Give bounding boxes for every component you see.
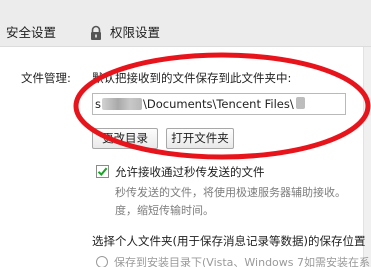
checkmark-icon	[97, 167, 108, 176]
personal-folder-location-label: 选择个人文件夹(用于保存消息记录等数据)的保存位置	[92, 234, 366, 248]
file-management-label: 文件管理:	[21, 71, 71, 85]
save-path-input[interactable]: s \Documents\Tencent Files\	[92, 93, 346, 115]
default-save-folder-label: 默认把接收到的文件保存到此文件夹中:	[92, 71, 292, 85]
lock-icon	[91, 25, 101, 40]
redacted-qq-number-blur	[295, 97, 305, 109]
change-directory-button[interactable]: 更改目录	[92, 128, 158, 149]
instant-transfer-description-line1: 秒传发送的文件，将使用极速服务器辅助接收。	[115, 186, 346, 199]
path-prefix-text: s	[95, 97, 101, 111]
accept-instant-transfer-label: 允许接收通过秒传发送的文件	[115, 165, 265, 179]
path-middle-text: \Documents\Tencent Files\	[143, 97, 294, 111]
tab-security-label: 安全设置	[6, 25, 57, 40]
tab-security-settings[interactable]: 安全设置	[6, 24, 56, 42]
open-folder-button[interactable]: 打开文件夹	[166, 128, 234, 149]
redacted-username-blur	[102, 98, 142, 110]
save-to-install-dir-radio[interactable]	[96, 256, 108, 267]
settings-tab-bar: 安全设置 权限设置	[0, 0, 371, 47]
save-to-install-dir-label: 保存到安装目录下(Vista、Windows 7如需安装在系	[114, 256, 371, 267]
instant-transfer-description-line2: 度，缩短传输时间。	[115, 204, 214, 217]
tab-permission-label: 权限设置	[110, 25, 161, 40]
qq-settings-window: 安全设置 权限设置 文件管理: 默认把接收到的文件保存到此文件夹中: s \Doc…	[0, 0, 371, 267]
tab-permission-settings[interactable]: 权限设置	[88, 24, 160, 42]
accept-instant-transfer-checkbox[interactable]	[96, 165, 109, 178]
